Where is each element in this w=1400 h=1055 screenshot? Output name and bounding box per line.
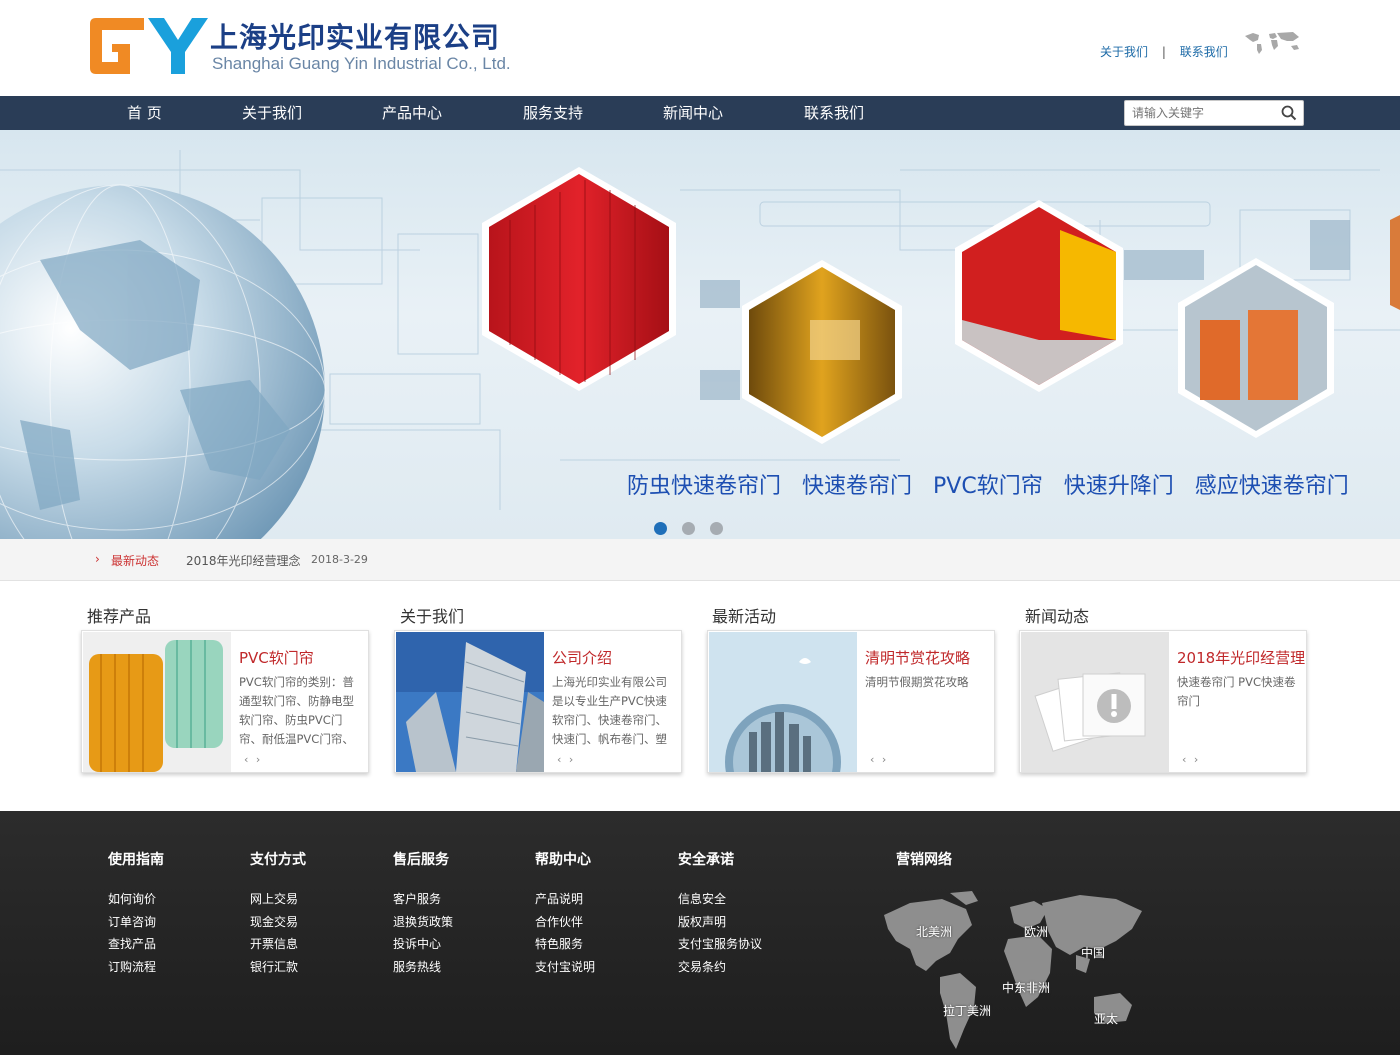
search-icon[interactable]: [1281, 105, 1297, 121]
banner-tag: PVC软门帘: [933, 474, 1043, 499]
card-description: 快速卷帘门 PVC快速卷帘门: [1177, 675, 1296, 708]
footer-link[interactable]: 交易条约: [678, 956, 762, 979]
top-link-separator: |: [1161, 45, 1166, 59]
top-link-about[interactable]: 关于我们: [1100, 45, 1148, 59]
logo-english-name: Shanghai Guang Yin Industrial Co., Ltd.: [212, 54, 511, 73]
footer-column-title: 安全承诺: [678, 852, 734, 868]
banner-tag: 快速升降门: [1063, 474, 1174, 499]
nav-item-service[interactable]: 服务支持: [523, 96, 583, 130]
top-links: 关于我们 | 联系我们: [1100, 43, 1228, 60]
nav-item-contact[interactable]: 联系我们: [804, 96, 864, 130]
footer-link[interactable]: 如何询价: [108, 888, 164, 911]
card-title[interactable]: 2018年光印经营理: [1177, 647, 1305, 668]
logo-chinese-name: 上海光印实业有限公司: [210, 21, 501, 54]
world-map-icon: [1245, 32, 1299, 54]
top-link-contact[interactable]: 联系我们: [1180, 45, 1228, 59]
footer-column-title: 帮助中心: [535, 852, 591, 868]
globe-city-thumbnail: [709, 632, 857, 772]
footer-link[interactable]: 退换货政策: [393, 911, 453, 934]
footer-link[interactable]: 服务热线: [393, 956, 453, 979]
region-latin-america[interactable]: 拉丁美洲: [943, 1002, 991, 1019]
card-latest-activity[interactable]: 清明节赏花攻略 清明节假期赏花攻略 ‹ ›: [707, 630, 995, 773]
footer-column-guide: 使用指南 如何询价 订单咨询 查找产品 订购流程: [108, 849, 164, 978]
footer-link[interactable]: 支付宝说明: [535, 956, 595, 979]
card-pager-arrows[interactable]: ‹ ›: [870, 753, 888, 766]
footer-column-after-sales: 售后服务 客户服务 退换货政策 投诉中心 服务热线: [393, 849, 453, 978]
news-ticker: › 最新动态 2018年光印经营理念 2018-3-29: [0, 539, 1400, 581]
carousel-dot[interactable]: [710, 522, 723, 535]
nav-item-products[interactable]: 产品中心: [382, 96, 442, 130]
product-thumbnail: [83, 632, 231, 772]
footer-column-help: 帮助中心 产品说明 合作伙伴 特色服务 支付宝说明: [535, 849, 595, 978]
nav-item-home[interactable]: 首 页: [127, 96, 162, 130]
footer-column-title: 使用指南: [108, 852, 164, 868]
footer-link[interactable]: 客户服务: [393, 888, 453, 911]
region-europe[interactable]: 欧洲: [1024, 923, 1048, 940]
section-title-news: 新闻动态: [1025, 607, 1090, 626]
footer-link[interactable]: 订购流程: [108, 956, 164, 979]
region-china[interactable]: 中国: [1081, 944, 1105, 961]
region-asia-pacific[interactable]: 亚太: [1094, 1010, 1118, 1027]
logo-gy-mark: [90, 18, 208, 74]
search-box: [1124, 100, 1304, 126]
footer-link[interactable]: 查找产品: [108, 933, 164, 956]
card-title[interactable]: 公司介绍: [552, 647, 612, 668]
footer-link[interactable]: 网上交易: [250, 888, 306, 911]
region-north-america[interactable]: 北美洲: [916, 923, 952, 940]
footer-link[interactable]: 投诉中心: [393, 933, 453, 956]
card-pager-arrows[interactable]: ‹ ›: [244, 753, 262, 766]
card-title[interactable]: 清明节赏花攻略: [865, 647, 970, 668]
footer-column-title: 售后服务: [393, 852, 449, 868]
card-description: PVC软门帘的类别：普通型软门帘、防静电型软门帘、防虫PVC门帘、耐低温PVC门…: [239, 675, 354, 746]
footer-network-title: 营销网络: [896, 852, 952, 868]
company-logo[interactable]: 上海光印实业有限公司 Shanghai Guang Yin Industrial…: [86, 16, 526, 78]
footer-link[interactable]: 特色服务: [535, 933, 595, 956]
section-title-products: 推荐产品: [87, 607, 152, 626]
card-about-us[interactable]: 公司介绍 上海光印实业有限公司是以专业生产PVC快速软帘门、快速卷帘门、快速门、…: [394, 630, 682, 773]
carousel-dot[interactable]: [654, 522, 667, 535]
footer-column-title: 支付方式: [250, 852, 306, 868]
footer-link[interactable]: 现金交易: [250, 911, 306, 934]
hero-banner[interactable]: 防虫快速卷帘门 快速卷帘门 PVC软门帘 快速升降门 感应快速卷帘门: [0, 130, 1400, 539]
building-thumbnail: [396, 632, 544, 772]
ticker-date: 2018-3-29: [311, 553, 368, 566]
image-placeholder-icon: [1021, 632, 1169, 772]
footer-column-payment: 支付方式 网上交易 现金交易 开票信息 银行汇款: [250, 849, 306, 978]
main-nav: 首 页 关于我们 产品中心 服务支持 新闻中心 联系我们: [0, 96, 1400, 130]
carousel-dot[interactable]: [682, 522, 695, 535]
footer-link[interactable]: 信息安全: [678, 888, 762, 911]
chevron-right-icon: ›: [95, 552, 100, 566]
card-title[interactable]: PVC软门帘: [239, 647, 314, 668]
footer-link[interactable]: 开票信息: [250, 933, 306, 956]
footer-link[interactable]: 版权声明: [678, 911, 762, 934]
card-recommended-product[interactable]: PVC软门帘 PVC软门帘的类别：普通型软门帘、防静电型软门帘、防虫PVC门帘、…: [81, 630, 369, 773]
card-description: 清明节假期赏花攻略: [865, 675, 969, 689]
section-title-activities: 最新活动: [712, 607, 777, 626]
banner-product-tags: 防虫快速卷帘门 快速卷帘门 PVC软门帘 快速升降门 感应快速卷帘门: [627, 468, 1370, 500]
footer-link[interactable]: 支付宝服务协议: [678, 933, 762, 956]
section-title-about: 关于我们: [400, 607, 465, 626]
footer-column-security: 安全承诺 信息安全 版权声明 支付宝服务协议 交易条约: [678, 849, 762, 978]
card-description: 上海光印实业有限公司是以专业生产PVC快速软帘门、快速卷帘门、快速门、帆布卷门、…: [552, 675, 667, 746]
world-map-illustration: [884, 891, 1142, 1049]
site-header: 上海光印实业有限公司 Shanghai Guang Yin Industrial…: [0, 0, 1400, 96]
footer-link[interactable]: 合作伙伴: [535, 911, 595, 934]
nav-item-news[interactable]: 新闻中心: [663, 96, 723, 130]
site-footer: 使用指南 如何询价 订单咨询 查找产品 订购流程 支付方式 网上交易 现金交易 …: [0, 811, 1400, 1055]
nav-item-about[interactable]: 关于我们: [242, 96, 302, 130]
ticker-label: 最新动态: [111, 554, 160, 568]
banner-tag: 快速卷帘门: [802, 474, 913, 499]
card-news[interactable]: 2018年光印经营理 快速卷帘门 PVC快速卷帘门 ‹ ›: [1019, 630, 1307, 773]
banner-tag: 防虫快速卷帘门: [627, 474, 782, 499]
footer-link[interactable]: 银行汇款: [250, 956, 306, 979]
footer-link[interactable]: 产品说明: [535, 888, 595, 911]
region-middle-east-africa[interactable]: 中东非洲: [1002, 979, 1050, 996]
search-input[interactable]: [1132, 104, 1280, 122]
card-pager-arrows[interactable]: ‹ ›: [1182, 753, 1200, 766]
footer-link[interactable]: 订单咨询: [108, 911, 164, 934]
ticker-news-link[interactable]: 2018年光印经营理念: [186, 552, 301, 569]
banner-tag: 感应快速卷帘门: [1194, 474, 1349, 499]
card-pager-arrows[interactable]: ‹ ›: [557, 753, 575, 766]
